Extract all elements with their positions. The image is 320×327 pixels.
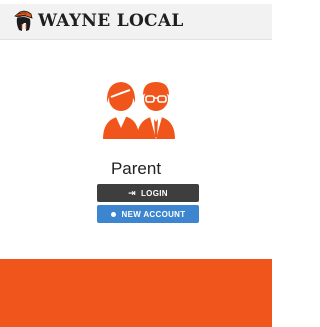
parent-users-icon xyxy=(103,82,175,139)
new-account-button[interactable]: NEW ACCOUNT xyxy=(97,205,199,223)
dot-icon xyxy=(110,211,116,217)
login-icon: ⇥ xyxy=(128,187,136,198)
top-header: WAYNE LOCAL xyxy=(0,0,272,40)
header-top-strip xyxy=(0,0,272,4)
login-button[interactable]: ⇥ LOGIN xyxy=(97,184,199,202)
footer-band xyxy=(0,259,272,327)
parent-role-card: Parent ⇥ LOGIN NEW ACCOUNT xyxy=(0,40,272,260)
new-account-button-label: NEW ACCOUNT xyxy=(121,209,186,219)
login-button-label: LOGIN xyxy=(141,188,168,198)
role-label: Parent xyxy=(110,159,162,178)
spartan-helmet-icon xyxy=(14,10,33,31)
brand-name: WAYNE LOCAL xyxy=(38,11,184,31)
